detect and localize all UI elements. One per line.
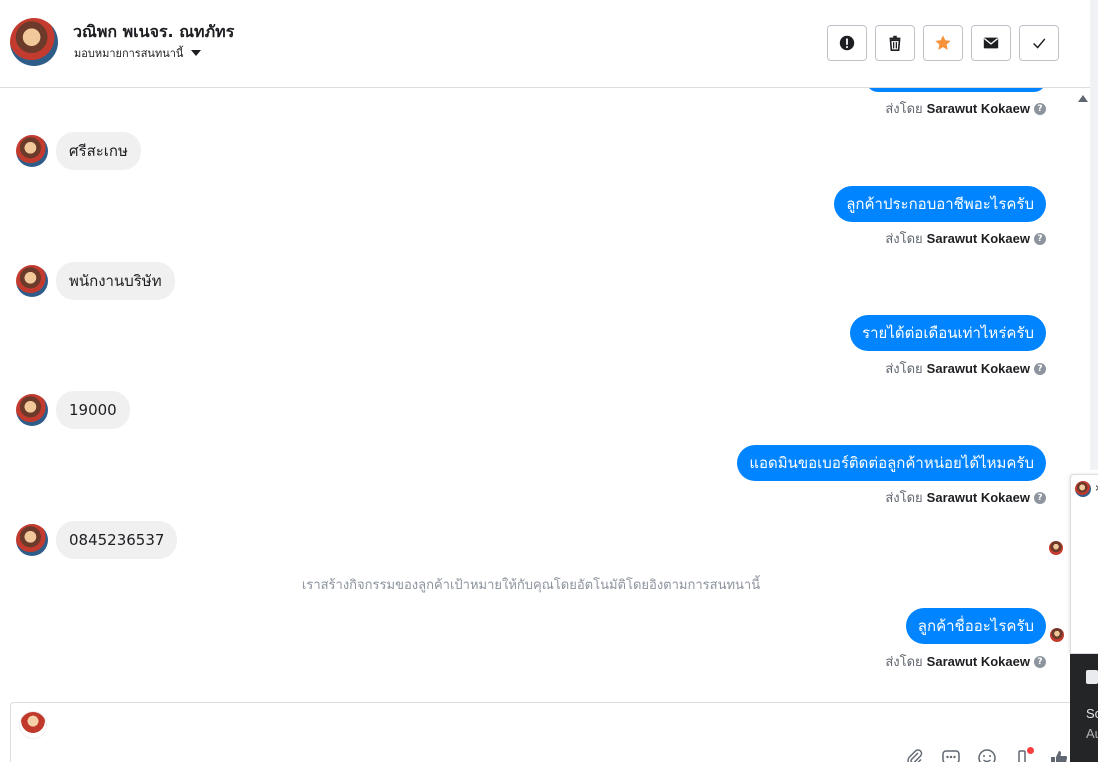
check-icon	[1033, 38, 1046, 49]
assign-conversation-dropdown[interactable]: มอบหมายการสนทนานี้	[74, 44, 202, 62]
calendar-icon	[1086, 670, 1098, 684]
read-receipt-avatar	[1049, 541, 1063, 555]
agent-avatar	[19, 711, 47, 739]
incoming-message-bubble[interactable]: 19000	[56, 391, 130, 429]
sent-by-label: ส่งโดย Sarawut Kokaew ?	[885, 228, 1046, 249]
agent-name[interactable]: Sarawut Kokaew	[927, 654, 1030, 669]
delete-button[interactable]	[875, 25, 915, 61]
incoming-message: 19000	[16, 391, 130, 429]
notification-title: So	[1086, 706, 1098, 721]
exclamation-icon	[839, 35, 855, 51]
outgoing-message-bubble[interactable]: ลูกค้าประกอบอาชีพอะไรครับ	[834, 186, 1046, 222]
contact-avatar[interactable]	[16, 524, 48, 556]
saved-reply-icon	[942, 750, 960, 762]
envelope-icon	[983, 37, 999, 49]
read-receipt-avatar	[1050, 628, 1064, 642]
scrollbar-track[interactable]	[1090, 0, 1098, 470]
composer-toolbar	[904, 747, 1070, 762]
sent-by-prefix: ส่งโดย	[885, 655, 923, 670]
mark-done-button[interactable]	[1019, 25, 1059, 61]
paperclip-icon	[907, 749, 923, 762]
emoji-icon	[978, 749, 996, 762]
conversation-actions	[827, 25, 1059, 61]
conversation-header: วณิพก พเนจร. ณทภัทร มอบหมายการสนทนานี้	[0, 0, 1090, 88]
contact-avatar[interactable]	[16, 135, 48, 167]
agent-name[interactable]: Sarawut Kokaew	[927, 231, 1030, 246]
assign-label: มอบหมายการสนทนานี้	[74, 47, 184, 60]
contact-avatar[interactable]	[16, 265, 48, 297]
side-notification-panel[interactable]: So Au	[1070, 654, 1098, 762]
thumbs-up-icon	[1051, 751, 1068, 762]
emoji-button[interactable]	[976, 747, 998, 762]
star-icon	[935, 35, 951, 50]
question-icon[interactable]: ?	[1034, 232, 1046, 245]
caret-down-icon	[191, 50, 202, 56]
sent-by-label: ส่งโดย Sarawut Kokaew ?	[885, 358, 1046, 379]
trash-icon	[889, 35, 901, 52]
sent-by-prefix: ส่งโดย	[885, 102, 923, 117]
star-button[interactable]	[923, 25, 963, 61]
incoming-message: 0845236537	[16, 521, 178, 559]
sent-by-prefix: ส่งโดย	[885, 232, 923, 247]
scroll-up-arrow-icon[interactable]	[1078, 95, 1088, 102]
agent-name[interactable]: Sarawut Kokaew	[927, 490, 1030, 505]
side-chat-popup[interactable]: ×	[1070, 474, 1098, 654]
incoming-message-bubble[interactable]: พนักงานบริษัท	[56, 262, 175, 300]
question-icon[interactable]: ?	[1034, 491, 1046, 504]
question-icon[interactable]: ?	[1034, 655, 1046, 668]
contact-avatar	[1075, 481, 1091, 497]
incoming-message-bubble[interactable]: 0845236537	[56, 521, 178, 559]
outgoing-message-bubble[interactable]: ลูกค้าชื่ออะไรครับ	[905, 608, 1046, 644]
question-icon[interactable]: ?	[1034, 102, 1046, 115]
outgoing-message-bubble[interactable]: รายได้ต่อเดือนเท่าไหร่ครับ	[850, 315, 1046, 351]
sent-by-label: ส่งโดย Sarawut Kokaew ?	[885, 651, 1046, 672]
agent-name[interactable]: Sarawut Kokaew	[927, 361, 1030, 376]
attach-button[interactable]	[904, 747, 926, 762]
sent-by-label: ส่งโดย Sarawut Kokaew ?	[885, 98, 1046, 119]
incoming-message-bubble[interactable]: ศรีสะเกษ	[56, 132, 141, 170]
incoming-message: พนักงานบริษัท	[16, 262, 175, 300]
outgoing-message-bubble[interactable]: แอดมินขอเบอร์ติดต่อลูกค้าหน่อยได้ไหมครับ	[737, 445, 1046, 481]
agent-name[interactable]: Sarawut Kokaew	[927, 101, 1030, 116]
incoming-message: ศรีสะเกษ	[16, 132, 141, 170]
contact-avatar[interactable]	[16, 394, 48, 426]
apps-button[interactable]	[1012, 747, 1034, 762]
sent-by-prefix: ส่งโดย	[885, 491, 923, 506]
message-composer	[10, 702, 1080, 762]
contact-name[interactable]: วณิพก พเนจร. ณทภัทร	[73, 20, 234, 45]
mark-spam-button[interactable]	[827, 25, 867, 61]
sent-by-label: ส่งโดย Sarawut Kokaew ?	[885, 487, 1046, 508]
message-input[interactable]	[55, 713, 955, 737]
contact-avatar[interactable]	[10, 18, 58, 66]
saved-reply-button[interactable]	[940, 747, 962, 762]
notification-dot	[1027, 747, 1034, 754]
notification-subtitle: Au	[1086, 726, 1098, 741]
sent-by-prefix: ส่งโดย	[885, 362, 923, 377]
like-button[interactable]	[1048, 747, 1070, 762]
question-icon[interactable]: ?	[1034, 362, 1046, 375]
system-note: เราสร้างกิจกรรมของลูกค้าเป้าหมายให้กับคุ…	[301, 578, 761, 593]
mark-unread-button[interactable]	[971, 25, 1011, 61]
